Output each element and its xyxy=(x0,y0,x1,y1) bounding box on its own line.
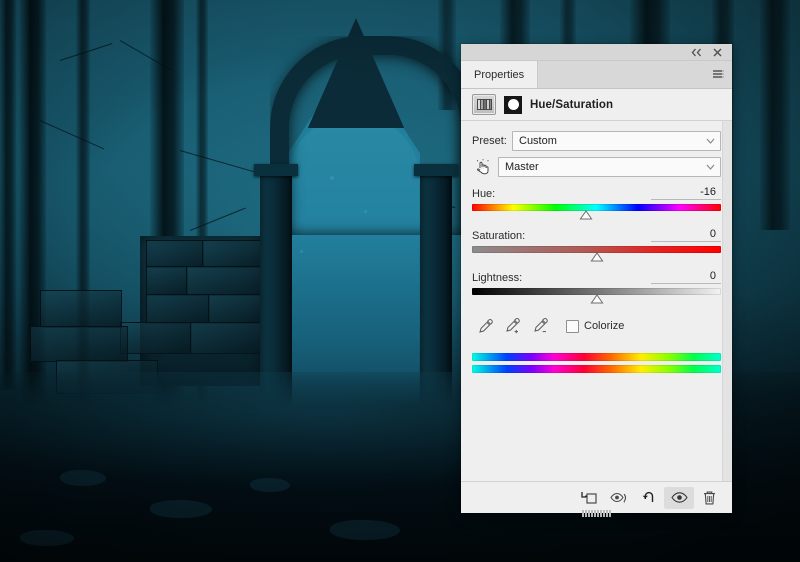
stone-block xyxy=(120,322,192,354)
light-speck xyxy=(300,250,303,253)
ground-rock xyxy=(150,500,212,518)
eyedropper-minus-icon[interactable] xyxy=(528,315,556,337)
lightness-value-field[interactable]: 0 xyxy=(651,270,721,284)
eyedropper-plus-icon[interactable] xyxy=(500,315,528,337)
preset-label: Preset: xyxy=(472,135,512,147)
eyedropper-icon[interactable] xyxy=(472,315,500,337)
layer-mask-thumbnail[interactable] xyxy=(504,96,522,114)
lightness-slider-group: Lightness: 0 xyxy=(472,270,721,303)
light-speck xyxy=(330,176,334,180)
hue-slider-group: Hue: -16 xyxy=(472,186,721,219)
adjustment-title: Hue/Saturation xyxy=(530,99,613,111)
view-previous-state-button[interactable] xyxy=(604,487,634,509)
adjustment-header: Hue/Saturation xyxy=(461,89,732,121)
clip-to-layer-button[interactable] xyxy=(574,487,604,509)
collapse-icon[interactable] xyxy=(690,46,702,58)
saturation-slider-group: Saturation: 0 xyxy=(472,228,721,261)
hue-gradient-bar xyxy=(472,204,721,211)
properties-panel: Properties Hue/Saturation Preset: xyxy=(461,44,732,513)
colorize-checkbox[interactable]: Colorize xyxy=(566,320,624,333)
eyedropper-row: Colorize xyxy=(472,315,721,337)
channel-dropdown[interactable]: Master xyxy=(498,157,721,177)
ground-rock xyxy=(20,530,74,546)
close-icon[interactable] xyxy=(711,46,723,58)
tree-trunk xyxy=(760,0,790,230)
on-image-adjust-hand-icon[interactable] xyxy=(472,159,494,175)
hue-range-bars xyxy=(472,353,721,373)
hue-label-row: Hue: -16 xyxy=(472,186,721,200)
stone-block xyxy=(40,290,122,328)
hue-value: -16 xyxy=(700,186,721,198)
panel-resize-gripper[interactable] xyxy=(582,510,612,517)
hue-slider-track[interactable] xyxy=(472,204,721,219)
tab-properties[interactable]: Properties xyxy=(461,61,538,88)
stone-block xyxy=(30,326,128,362)
reset-button[interactable] xyxy=(634,487,664,509)
lightness-value: 0 xyxy=(710,270,721,282)
panel-menu-icon[interactable] xyxy=(706,61,732,88)
delete-adjustment-button[interactable] xyxy=(694,487,724,509)
hue-label: Hue: xyxy=(472,188,495,200)
panel-tabstrip: Properties xyxy=(461,61,732,89)
panel-scrollbar[interactable] xyxy=(722,121,732,481)
ground-rock xyxy=(250,478,290,492)
saturation-value-field[interactable]: 0 xyxy=(651,228,721,242)
stone-block xyxy=(146,240,204,268)
result-hue-bar[interactable] xyxy=(472,365,721,373)
ground-rock xyxy=(330,520,400,540)
channel-value: Master xyxy=(505,161,539,173)
panel-titlebar xyxy=(461,44,732,61)
tree-trunk xyxy=(0,0,16,390)
lightness-slider-handle[interactable] xyxy=(590,294,604,304)
colorize-label: Colorize xyxy=(584,320,624,332)
panel-body: Preset: Custom Master xyxy=(461,121,732,481)
panel-footer xyxy=(461,481,732,513)
colorize-checkbox-box xyxy=(566,320,579,333)
channel-row: Master xyxy=(472,157,721,176)
stone-block xyxy=(146,294,210,324)
preset-row: Preset: Custom xyxy=(472,131,721,150)
lightness-label-row: Lightness: 0 xyxy=(472,270,721,284)
lightness-label: Lightness: xyxy=(472,272,522,284)
toggle-visibility-button[interactable] xyxy=(664,487,694,509)
saturation-label-row: Saturation: 0 xyxy=(472,228,721,242)
tabstrip-filler xyxy=(538,61,706,88)
ground-rock xyxy=(60,470,106,486)
arch-capital-left xyxy=(254,164,298,176)
chevron-down-icon xyxy=(706,135,715,147)
hue-slider-handle[interactable] xyxy=(579,210,593,220)
saturation-label: Saturation: xyxy=(472,230,525,242)
chevron-down-icon xyxy=(706,161,715,173)
saturation-slider-track[interactable] xyxy=(472,246,721,261)
tab-properties-label: Properties xyxy=(474,69,524,81)
hue-value-field[interactable]: -16 xyxy=(651,186,721,200)
preset-value: Custom xyxy=(519,135,557,147)
arch-capital-right xyxy=(414,164,458,176)
saturation-slider-handle[interactable] xyxy=(590,252,604,262)
saturation-value: 0 xyxy=(710,228,721,240)
hue-saturation-icon[interactable] xyxy=(472,94,496,115)
light-speck xyxy=(364,210,367,213)
lightness-slider-track[interactable] xyxy=(472,288,721,303)
source-hue-bar[interactable] xyxy=(472,353,721,361)
preset-dropdown[interactable]: Custom xyxy=(512,131,721,151)
stone-block xyxy=(146,266,188,296)
